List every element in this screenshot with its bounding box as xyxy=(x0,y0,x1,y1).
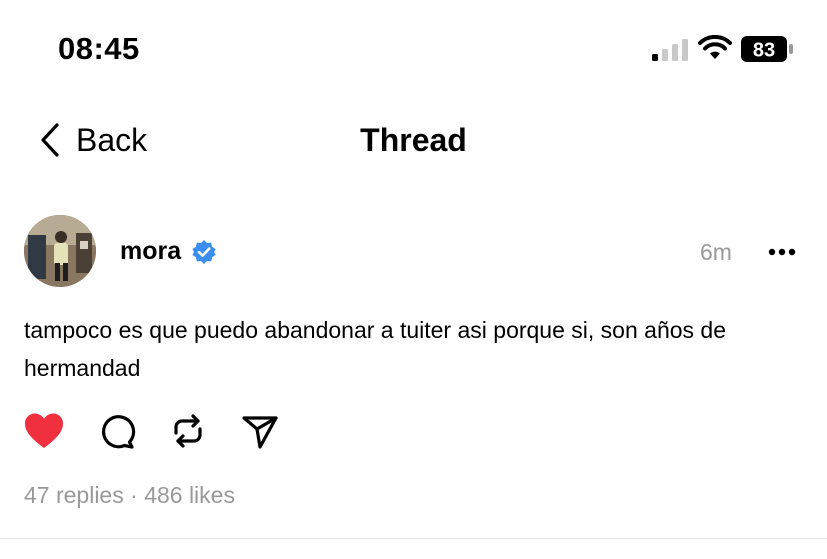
back-button[interactable]: Back xyxy=(38,120,147,160)
share-icon[interactable] xyxy=(238,409,282,453)
chevron-left-icon xyxy=(41,123,59,157)
post-text: tampoco es que puedo abandonar a tuiter … xyxy=(24,317,726,381)
verified-badge-icon xyxy=(192,240,216,264)
username[interactable]: mora xyxy=(120,234,181,268)
battery-icon: 83 xyxy=(740,35,794,63)
post-stats: 47 replies · 486 likes xyxy=(24,479,235,511)
divider xyxy=(0,538,827,539)
replies-count[interactable]: 47 replies xyxy=(24,482,124,508)
more-options-icon[interactable] xyxy=(766,240,798,264)
post-timestamp: 6m xyxy=(700,239,732,265)
status-time: 08:45 xyxy=(58,31,140,66)
reply-icon[interactable] xyxy=(95,409,139,453)
battery-level: 83 xyxy=(753,40,775,62)
back-label: Back xyxy=(76,122,148,158)
cellular-signal-icon xyxy=(652,39,688,61)
avatar[interactable] xyxy=(24,215,96,287)
stats-separator: · xyxy=(130,482,138,508)
likes-count[interactable]: 486 likes xyxy=(144,482,235,508)
repost-icon[interactable] xyxy=(166,409,210,453)
like-icon[interactable] xyxy=(22,409,66,453)
wifi-icon xyxy=(698,35,732,59)
